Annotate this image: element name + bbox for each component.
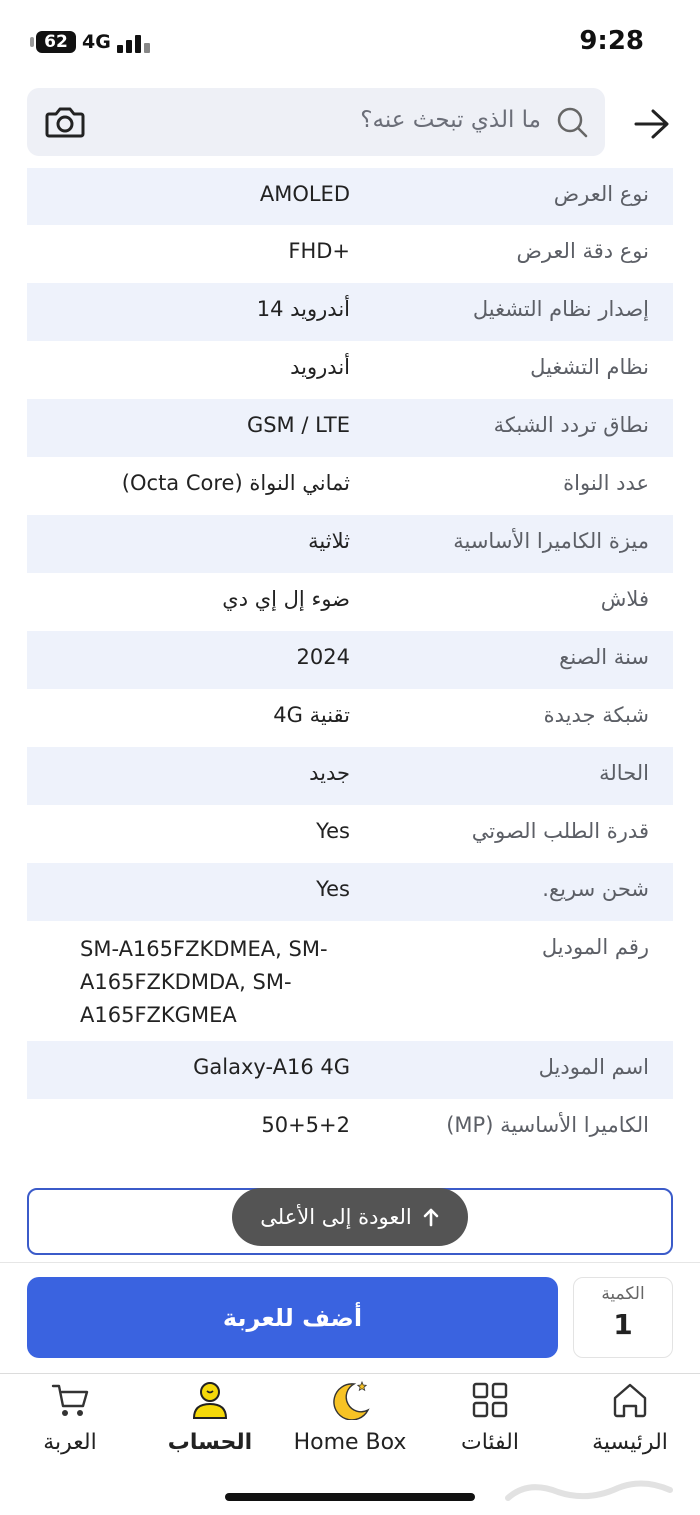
nav-label: العربة [43, 1430, 97, 1455]
clock: 9:28 [579, 26, 644, 56]
spec-value: ثلاثية [308, 529, 350, 553]
nav-label: الرئيسية [592, 1430, 668, 1455]
back-to-top-button[interactable]: العودة إلى الأعلى [232, 1188, 468, 1246]
nav-item-cart[interactable]: العربة [0, 1378, 140, 1464]
spec-value: Yes [316, 819, 350, 843]
nav-label: الحساب [167, 1430, 253, 1455]
spec-label: عدد النواة [563, 471, 649, 495]
spec-label: إصدار نظام التشغيل [472, 297, 649, 321]
quantity-value: 1 [613, 1308, 633, 1341]
home-icon [613, 1383, 647, 1418]
back-to-top-label: العودة إلى الأعلى [260, 1205, 412, 1229]
spec-label: شحن سريع. [542, 877, 649, 901]
nav-item-account[interactable]: الحساب [140, 1378, 280, 1464]
nav-item-homebox[interactable]: Home Box [280, 1378, 420, 1464]
spec-row: سنة الصنع 2024 [27, 631, 673, 689]
spec-value: Galaxy-A16 4G [193, 1055, 350, 1079]
spec-row: شحن سريع. Yes [27, 863, 673, 921]
spec-label: نوع العرض [553, 182, 649, 206]
spec-row: نوع دقة العرض FHD+ [27, 225, 673, 283]
cart-icon [51, 1384, 89, 1416]
spec-label: نطاق تردد الشبكة [493, 413, 649, 437]
divider [0, 1373, 700, 1374]
spec-label: الكاميرا الأساسية (MP) [446, 1113, 649, 1137]
spec-row: فلاش ضوء إل إي دي [27, 573, 673, 631]
spec-value: أندرويد [290, 355, 350, 379]
nav-item-categories[interactable]: الفئات [420, 1378, 560, 1464]
battery-indicator: 62 [30, 31, 76, 53]
spec-label: نوع دقة العرض [516, 239, 649, 263]
spec-value: SM-A165FZKDMEA, SM-A165FZKDMDA, SM-A165F… [80, 937, 328, 1027]
home-indicator [225, 1493, 475, 1501]
spec-value: أندرويد 14 [256, 297, 350, 321]
spec-value: GSM / LTE [246, 413, 350, 437]
quantity-label: الكمية [601, 1284, 645, 1304]
spec-label: ميزة الكاميرا الأساسية [453, 529, 649, 553]
spec-value: 50+5+2 [261, 1113, 350, 1137]
nav-item-home[interactable]: الرئيسية [560, 1378, 700, 1464]
spec-label: نظام التشغيل [530, 355, 649, 379]
divider [0, 1262, 700, 1263]
spec-row: إصدار نظام التشغيل أندرويد 14 [27, 283, 673, 341]
spec-value: 2024 [296, 645, 350, 669]
search-input[interactable]: ما الذي تبحث عنه؟ [27, 88, 605, 156]
spec-value: جديد [309, 761, 350, 785]
spec-value: Yes [316, 877, 350, 901]
spec-label: قدرة الطلب الصوتي [471, 819, 649, 843]
spec-row: عدد النواة ثماني النواة (Octa Core) [27, 457, 673, 515]
spec-row: ميزة الكاميرا الأساسية ثلاثية [27, 515, 673, 573]
spec-label: اسم الموديل [538, 1055, 649, 1079]
spec-label: شبكة جديدة [543, 703, 649, 727]
spec-row: رقم الموديل SM-A165FZKDMEA, SM-A165FZKDM… [27, 921, 673, 1041]
quantity-stepper[interactable]: الكمية 1 [573, 1277, 673, 1358]
spec-label: رقم الموديل [541, 935, 649, 959]
spec-label: فلاش [600, 587, 649, 611]
spec-value: تقنية 4G [273, 703, 350, 727]
spec-value: FHD+ [288, 239, 350, 263]
spec-row: نطاق تردد الشبكة GSM / LTE [27, 399, 673, 457]
spec-value: ضوء إل إي دي [222, 587, 350, 611]
spec-label: الحالة [599, 761, 649, 785]
spec-value: AMOLED [259, 182, 350, 206]
network-type: 4G [82, 31, 111, 53]
nav-label: الفئات [461, 1430, 519, 1455]
spec-row: اسم الموديل Galaxy-A16 4G [27, 1041, 673, 1099]
spec-table: نوع العرض AMOLED نوع دقة العرض FHD+ إصدا… [27, 168, 673, 1157]
spec-row: الكاميرا الأساسية (MP) 50+5+2 [27, 1099, 673, 1157]
grid-icon [472, 1382, 508, 1418]
back-arrow-icon[interactable] [632, 104, 672, 144]
search-placeholder: ما الذي تبحث عنه؟ [360, 107, 541, 133]
user-icon [192, 1382, 228, 1419]
nav-label: Home Box [293, 1430, 407, 1455]
spec-row: نوع العرض AMOLED [27, 168, 673, 225]
arrow-up-icon [423, 1208, 439, 1227]
crescent-icon [333, 1380, 370, 1420]
spec-label: سنة الصنع [559, 645, 649, 669]
spec-row: الحالة جديد [27, 747, 673, 805]
spec-value: ثماني النواة (Octa Core) [121, 471, 350, 495]
spec-row: نظام التشغيل أندرويد [27, 341, 673, 399]
add-to-cart-button[interactable]: أضف للعربة [27, 1277, 558, 1358]
spec-row: قدرة الطلب الصوتي Yes [27, 805, 673, 863]
status-bar: 62 4G 9:28 [0, 0, 700, 84]
watermark-logo [505, 1480, 673, 1501]
spec-row: شبكة جديدة تقنية 4G [27, 689, 673, 747]
camera-icon[interactable] [45, 104, 85, 140]
search-icon [557, 107, 588, 138]
signal-icon [117, 31, 151, 53]
